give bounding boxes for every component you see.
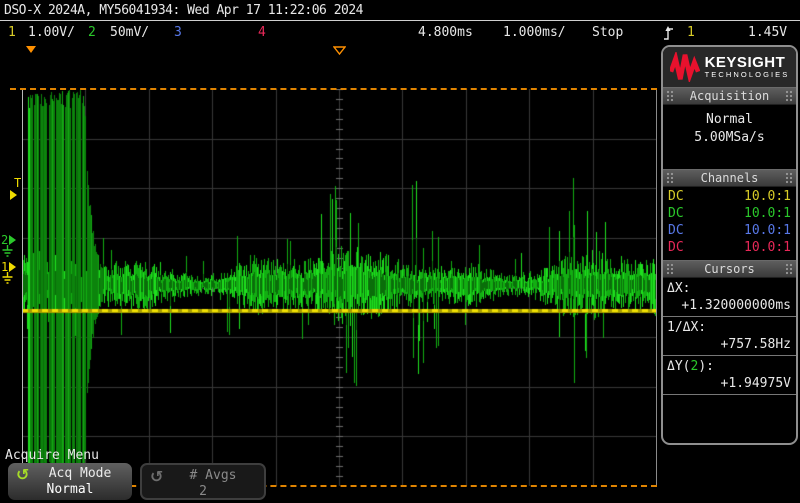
- avgs-softkey[interactable]: ↺ # Avgs 2: [140, 463, 266, 500]
- trigger-level-marker[interactable]: [10, 190, 17, 200]
- cursor-dx-label: ΔX:: [663, 278, 796, 296]
- cursors-header-label: Cursors: [674, 262, 785, 276]
- ch4-number[interactable]: 4: [258, 25, 266, 40]
- run-state[interactable]: Stop: [592, 25, 623, 40]
- channels-header-label: Channels: [674, 171, 785, 185]
- ch3-probe-ratio: 10.0:1: [744, 223, 791, 240]
- ch3-coupling: DC: [668, 223, 684, 240]
- cursor-inv-dx-label: 1/ΔX:: [663, 317, 796, 335]
- logo-line1: KEYSIGHT: [705, 55, 790, 70]
- rising-edge-trigger-icon[interactable]: [663, 26, 674, 45]
- menu-title: Acquire Menu: [5, 448, 99, 463]
- channels-info: DC 10.0:1 DC 10.0:1 DC 10.0:1 DC 10.0:1: [663, 187, 796, 260]
- ch2-number[interactable]: 2: [88, 25, 96, 40]
- ch2-probe-ratio: 10.0:1: [744, 206, 791, 223]
- ch1-ground-icon: [2, 272, 13, 284]
- ch4-probe-ratio: 10.0:1: [744, 240, 791, 257]
- plot-border-top: [10, 88, 657, 90]
- softkey-label: Acq Mode: [32, 466, 128, 481]
- timebase-readout[interactable]: 1.000ms/: [503, 25, 566, 40]
- grip-icon: [785, 263, 793, 275]
- ch1-ref-marker[interactable]: [9, 262, 16, 272]
- trigger-level[interactable]: 1.45V: [748, 25, 787, 40]
- keysight-spark-icon: [670, 52, 700, 82]
- graticule-and-traces: [22, 89, 656, 486]
- ch3-info-row: DC 10.0:1: [663, 223, 796, 240]
- cursors-info: ΔX: +1.320000000ms 1/ΔX: +757.58Hz ΔY(2)…: [663, 278, 796, 395]
- info-panel: KEYSIGHT TECHNOLOGIES Acquisition Normal…: [661, 45, 798, 445]
- cursor-dx-value: +1.320000000ms: [663, 296, 796, 316]
- softkey-value: 2: [142, 484, 264, 499]
- title-bar: DSO-X 2024A, MY56041934: Wed Apr 17 11:2…: [0, 0, 800, 21]
- cursor-inv-dx-value: +757.58Hz: [663, 335, 796, 355]
- plot-edge-right: [656, 90, 657, 485]
- cursor-dy-value: +1.94975V: [663, 374, 796, 394]
- oscilloscope-screen: DSO-X 2024A, MY56041934: Wed Apr 17 11:2…: [0, 0, 800, 503]
- cursor-dy-label: ΔY(2):: [663, 356, 796, 374]
- delay-readout[interactable]: 4.800ms: [418, 25, 473, 40]
- channels-header[interactable]: Channels: [663, 169, 796, 187]
- ch1-probe-ratio: 10.0:1: [744, 189, 791, 206]
- trigger-level-label: T: [14, 176, 21, 190]
- ch1-scale[interactable]: 1.00V/: [28, 25, 75, 40]
- ch4-coupling: DC: [668, 240, 684, 257]
- ch1-coupling: DC: [668, 189, 684, 206]
- ch2-scale[interactable]: 50mV/: [110, 25, 149, 40]
- ch2-ground-icon: [2, 245, 13, 257]
- grip-icon: [666, 90, 674, 102]
- acquisition-info: Normal 5.00MSa/s: [663, 105, 796, 169]
- grip-icon: [666, 172, 674, 184]
- ch4-info-row: DC 10.0:1: [663, 240, 796, 257]
- ch3-number[interactable]: 3: [174, 25, 182, 40]
- waveform-display: T 2 1: [0, 44, 660, 444]
- softkey-value: Normal: [8, 482, 132, 497]
- trigger-time-marker[interactable]: [26, 46, 36, 53]
- softkey-label: # Avgs: [166, 468, 260, 483]
- acquisition-header-label: Acquisition: [674, 89, 785, 103]
- acq-mode-softkey[interactable]: ↺ Acq Mode Normal: [8, 463, 132, 500]
- grip-icon: [785, 172, 793, 184]
- grip-icon: [785, 90, 793, 102]
- divider: [663, 394, 796, 395]
- cursors-header[interactable]: Cursors: [663, 260, 796, 278]
- keysight-logo: KEYSIGHT TECHNOLOGIES: [663, 47, 796, 87]
- instrument-title: DSO-X 2024A, MY56041934: Wed Apr 17 11:2…: [4, 3, 363, 18]
- ch1-info-row: DC 10.0:1: [663, 189, 796, 206]
- logo-line2: TECHNOLOGIES: [705, 70, 790, 79]
- trigger-source[interactable]: 1: [687, 25, 695, 40]
- ch2-info-row: DC 10.0:1: [663, 206, 796, 223]
- ch1-number[interactable]: 1: [8, 25, 16, 40]
- status-bar: 1 1.00V/ 2 50mV/ 3 4 4.800ms 1.000ms/ St…: [0, 22, 800, 44]
- acquisition-header[interactable]: Acquisition: [663, 87, 796, 105]
- delay-reference-marker[interactable]: [333, 46, 346, 55]
- plot-edge-left: [22, 90, 23, 485]
- ch2-coupling: DC: [668, 206, 684, 223]
- acq-mode-value: Normal: [663, 112, 796, 127]
- sample-rate-value: 5.00MSa/s: [663, 130, 796, 145]
- ch2-ref-marker[interactable]: [9, 235, 16, 245]
- grip-icon: [666, 263, 674, 275]
